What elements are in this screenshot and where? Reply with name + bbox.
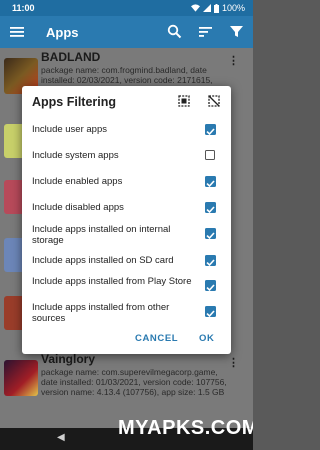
signal-icon — [202, 4, 211, 12]
app-bar: Apps — [0, 16, 253, 48]
ok-button[interactable]: OK — [199, 333, 214, 344]
option-label: Include apps installed from other source… — [32, 302, 170, 324]
apps-filtering-dialog: Apps Filtering Include user apps Include… — [22, 86, 231, 354]
checkbox-checked[interactable] — [205, 124, 216, 136]
option-label: Include apps installed from Play Store — [32, 276, 192, 287]
select-none-icon[interactable] — [208, 95, 220, 107]
dialog-title: Apps Filtering — [32, 95, 117, 109]
status-time: 11:00 — [12, 3, 35, 13]
checkbox-checked[interactable] — [205, 255, 216, 267]
option-label: Include apps installed on SD card — [32, 255, 174, 266]
app-name: BADLAND — [41, 50, 101, 64]
checkbox-checked[interactable] — [205, 228, 216, 240]
app-name: Vainglory — [41, 352, 96, 366]
checkbox-checked[interactable] — [205, 280, 216, 292]
checkbox-checked[interactable] — [205, 176, 216, 188]
battery-icon — [213, 3, 219, 13]
sort-icon[interactable] — [198, 24, 213, 39]
page-title: Apps — [46, 25, 79, 40]
checkbox-unchecked[interactable] — [205, 150, 215, 160]
battery-percent: 100% — [221, 3, 245, 13]
watermark: MYAPKS.COM — [118, 417, 253, 439]
more-options-icon[interactable]: ⋮ — [228, 356, 239, 369]
list-item[interactable]: Vainglory package name: com.superevilmeg… — [0, 350, 253, 412]
app-info: package name: com.superevilmegacorp.game… — [41, 367, 227, 397]
checkbox-checked[interactable] — [205, 202, 216, 214]
wifi-icon — [190, 4, 200, 12]
filter-icon[interactable] — [229, 24, 244, 39]
cancel-button[interactable]: CANCEL — [135, 333, 178, 344]
more-options-icon[interactable]: ⋮ — [228, 54, 239, 67]
app-icon — [4, 360, 38, 396]
option-label: Include enabled apps — [32, 176, 123, 187]
checkbox-checked[interactable] — [205, 306, 216, 318]
back-icon[interactable]: ◀ — [57, 432, 65, 443]
screen: 11:00 100% Apps BADLAND package name: co… — [0, 0, 253, 450]
option-label: Include disabled apps — [32, 202, 124, 213]
search-icon[interactable] — [167, 24, 182, 39]
option-label: Include apps installed on internal stora… — [32, 224, 171, 246]
select-all-icon[interactable] — [178, 95, 190, 107]
status-bar: 11:00 100% — [0, 0, 253, 16]
status-icons: 100% — [190, 3, 245, 13]
option-label: Include user apps — [32, 124, 107, 135]
menu-icon[interactable] — [10, 25, 24, 39]
option-label: Include system apps — [32, 150, 119, 161]
